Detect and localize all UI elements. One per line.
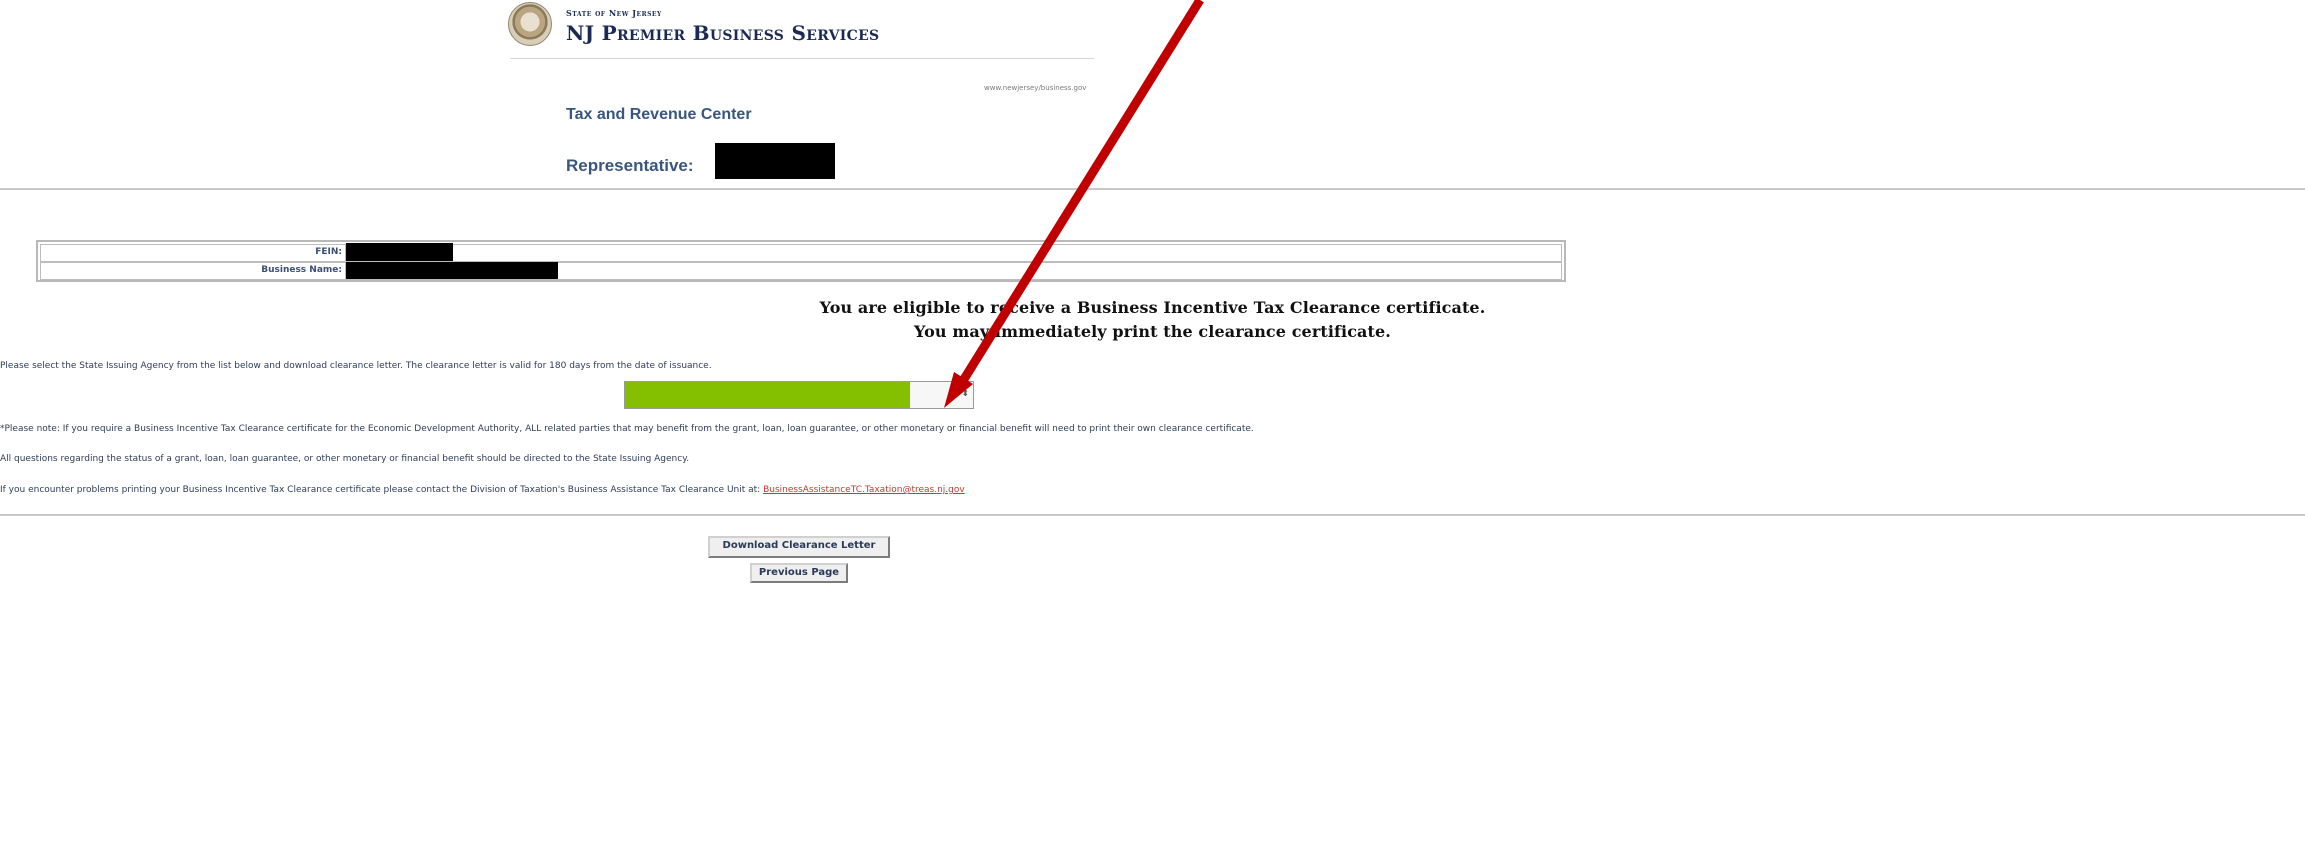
eligibility-subheading: You may immediately print the clearance … [914,322,1391,341]
fein-redaction [346,243,453,261]
bottom-divider [0,514,2305,516]
state-issuing-agency-select[interactable]: ⬍ [624,381,974,409]
download-clearance-letter-button[interactable]: Download Clearance Letter [708,536,890,558]
fein-label: FEIN: [315,247,342,257]
business-name-label: Business Name: [261,265,342,275]
previous-page-button[interactable]: Previous Page [750,563,848,583]
selected-agency-highlight [625,382,910,408]
problems-note-text: If you encounter problems printing your … [0,485,761,495]
representative-redaction [715,143,835,179]
eligibility-heading: You are eligible to receive a Business I… [819,298,1486,317]
eda-note: *Please note: If you require a Business … [0,424,1254,434]
questions-note: All questions regarding the status of a … [0,454,690,464]
business-name-row: Business Name: [40,262,1562,280]
updown-arrow-icon: ⬍ [961,389,969,399]
header-divider [510,58,1094,59]
site-url: www.newjersey/business.gov [984,84,1087,92]
business-info-table: FEIN: Business Name: [36,240,1566,282]
brand-title: NJ Premier Business Services [566,21,880,45]
state-label: State of New Jersey [566,8,662,18]
contact-email-link[interactable]: BusinessAssistanceTC.Taxation@treas.nj.g… [763,485,965,495]
state-seal-icon [508,2,552,46]
fein-row: FEIN: [40,244,1562,262]
problems-note: If you encounter problems printing your … [0,485,965,495]
top-divider [0,188,2305,190]
representative-label: Representative: [566,156,694,175]
select-instructions: Please select the State Issuing Agency f… [0,361,712,371]
business-name-redaction [346,262,558,279]
page-title: Tax and Revenue Center [566,106,752,123]
